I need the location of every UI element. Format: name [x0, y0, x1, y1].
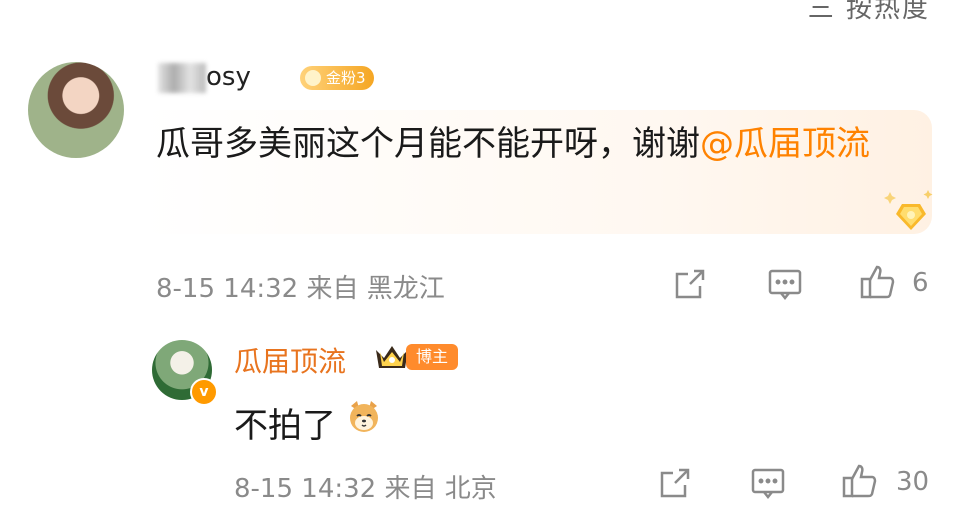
- gold-shield-icon: [884, 190, 933, 230]
- fan-badge-icon: [305, 70, 321, 86]
- share-icon[interactable]: [670, 264, 710, 304]
- reply-share-icon[interactable]: [655, 463, 695, 503]
- blurred-name-part: [158, 62, 206, 93]
- commenter-avatar[interactable]: [28, 62, 124, 158]
- comment-icon[interactable]: [765, 264, 805, 304]
- reply-like-icon[interactable]: [840, 461, 880, 501]
- commenter-username-text: osy: [206, 62, 251, 92]
- like-count: 6: [912, 268, 929, 298]
- comment-meta: 8-15 14:32 来自 黑龙江: [156, 268, 445, 305]
- reply-comment-icon[interactable]: [748, 463, 788, 503]
- reply-date: 8-15 14:32: [234, 474, 377, 504]
- comment-text: 瓜哥多美丽这个月能不能开呀，谢谢@瓜届顶流: [156, 120, 916, 168]
- dog-emoji-icon: [350, 401, 378, 432]
- reply-username[interactable]: 瓜届顶流: [234, 340, 346, 380]
- fan-badge-label: 金粉3: [326, 69, 366, 87]
- verified-icon: v: [190, 378, 218, 406]
- host-badge: 博主: [406, 344, 459, 370]
- reply-text: 不拍了: [234, 406, 336, 446]
- commenter-username[interactable]: osy: [158, 62, 251, 93]
- comment-date: 8-15 14:32: [156, 274, 299, 304]
- comment-location: 来自 黑龙江: [306, 274, 445, 304]
- comment-body: 瓜哥多美丽这个月能不能开呀，谢谢: [156, 124, 700, 164]
- reply-meta: 8-15 14:32 来自 北京: [234, 468, 497, 505]
- reply-like-count: 30: [896, 467, 930, 497]
- sort-toggle[interactable]: 三 按热度: [808, 0, 930, 25]
- mention-link[interactable]: @瓜届顶流: [700, 124, 870, 164]
- reply-location: 来自 北京: [384, 474, 497, 504]
- like-icon[interactable]: [858, 262, 898, 302]
- fan-badge[interactable]: 金粉3: [300, 66, 374, 90]
